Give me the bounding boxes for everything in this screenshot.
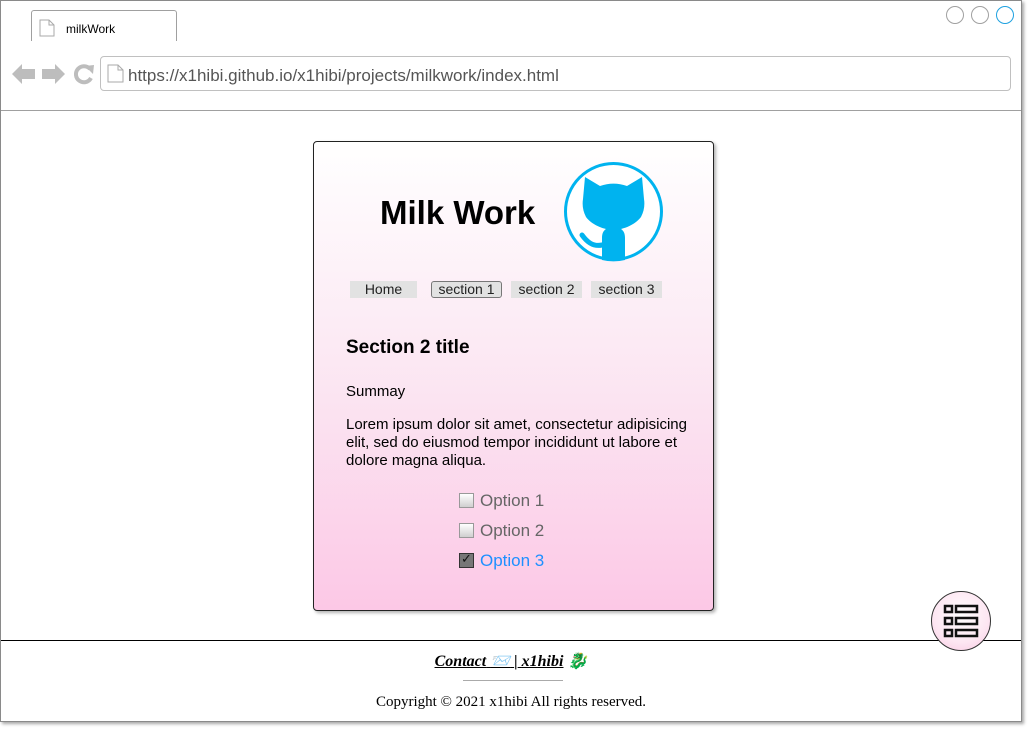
window-minimize-button[interactable] [946, 6, 964, 24]
back-arrow-icon[interactable] [11, 63, 36, 85]
nav-home[interactable]: Home [350, 281, 417, 298]
address-bar: https://x1hibi.github.io/x1hibi/projects… [1, 41, 1021, 111]
page-icon [39, 19, 55, 37]
reload-icon[interactable] [72, 63, 96, 85]
page-icon [107, 64, 124, 83]
summary-text: Summay [346, 383, 406, 400]
window-maximize-button[interactable] [971, 6, 989, 24]
checkmark-icon: ✓ [461, 551, 472, 566]
option-3-checkbox[interactable]: ✓ [459, 551, 474, 568]
option-3-label: Option 3 [480, 551, 545, 570]
window-close-button[interactable] [996, 6, 1014, 24]
option-2-label: Option 2 [480, 521, 545, 540]
content-card: Milk Work Home section 1 section 2 secti… [313, 141, 714, 611]
footer-contact: Contact 📨 | x1hibi 🐉 [1, 651, 1021, 671]
dragon-icon: 🐉 [567, 653, 588, 670]
section-title: Section 2 title [346, 337, 470, 358]
browser-window: milkWork https://x1hibi.github.io/x1hibi… [0, 0, 1022, 722]
tab-title: milkWork [66, 22, 116, 36]
browser-tab[interactable]: milkWork [31, 10, 177, 43]
footer: Contact 📨 | x1hibi 🐉 Copyright © 2021 x1… [1, 640, 1021, 721]
option-2-checkbox[interactable] [459, 523, 474, 538]
footer-divider [463, 680, 563, 681]
nav-section-1[interactable]: section 1 [431, 281, 502, 298]
author-link[interactable]: x1hibi [522, 653, 564, 670]
contact-label: Contact [434, 653, 487, 670]
list-icon [943, 604, 979, 638]
github-logo-icon[interactable] [563, 161, 664, 262]
page-title: Milk Work [380, 194, 536, 231]
contact-link[interactable]: Contact 📨 | x1hibi [435, 653, 564, 670]
option-1-checkbox[interactable] [459, 493, 474, 508]
forward-arrow-icon[interactable] [41, 63, 66, 85]
url-input[interactable]: https://x1hibi.github.io/x1hibi/projects… [100, 56, 1011, 91]
footer-separator: | [514, 653, 518, 670]
body-text: Lorem ipsum dolor sit amet, consectetur … [346, 416, 687, 469]
menu-fab-button[interactable] [931, 591, 991, 651]
tab-bar: milkWork [1, 1, 1021, 43]
envelope-icon: 📨 [490, 653, 511, 670]
url-text: https://x1hibi.github.io/x1hibi/projects… [128, 66, 559, 85]
nav-section-3[interactable]: section 3 [591, 281, 662, 298]
nav-section-2[interactable]: section 2 [511, 281, 582, 298]
option-1-label: Option 1 [480, 491, 545, 510]
copyright-text: Copyright © 2021 x1hibi All rights reser… [375, 694, 647, 710]
